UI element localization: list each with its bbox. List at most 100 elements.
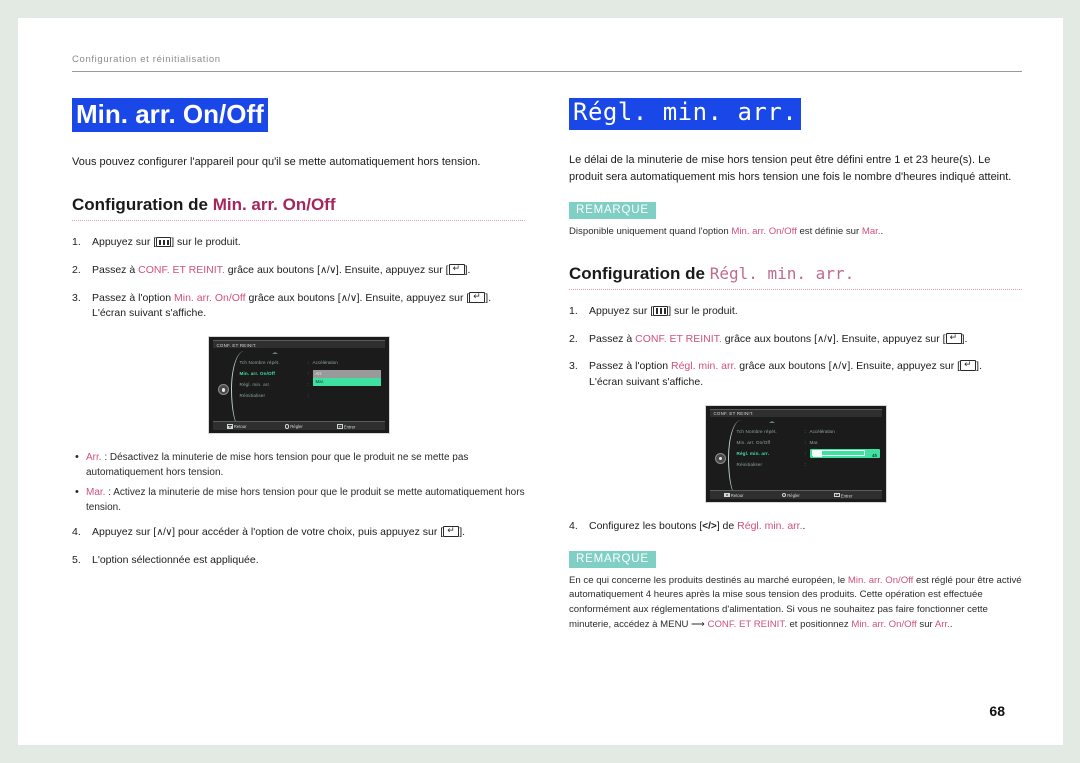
- text-run: ]. Ensuite, appuyez sur [: [335, 263, 449, 276]
- circle-icon: [781, 492, 786, 498]
- bullet-item: Arr. : Désactivez la minuterie de mise h…: [72, 449, 525, 480]
- step-text: Appuyez sur [] sur le produit.: [92, 235, 525, 251]
- two-column-layout: Min. arr. On/Off Vous pouvez configurer …: [72, 98, 1022, 633]
- osd-menu-value: :: [805, 459, 881, 470]
- text-run: L'option sélectionnée est appliquée.: [92, 553, 259, 566]
- step-item: 1. Appuyez sur [] sur le produit.: [569, 304, 1022, 320]
- osd-footer-label: Régler: [787, 492, 800, 498]
- left-section-divider: [72, 220, 525, 222]
- joystick-icon: [217, 384, 229, 396]
- bullet-term: Arr.: [86, 452, 102, 464]
- osd-colon: :: [307, 382, 309, 388]
- osd-footer-label: Entrer: [840, 492, 853, 498]
- osd-value-text: Accélération: [312, 360, 338, 366]
- osd-value-text: Mar.: [809, 439, 819, 445]
- osd-footer-retour: Retour: [723, 492, 744, 498]
- step-number: 4.: [72, 526, 81, 539]
- step-item: 3. Passez à l'option Régl. min. arr. grâc…: [569, 359, 1022, 391]
- right-section: Configuration de Régl. min. arr. 1. Appuy…: [569, 264, 1022, 391]
- left-intro-text: Vous pouvez configurer l'appareil pour q…: [72, 156, 481, 169]
- text-run: ] sur le produit.: [668, 304, 738, 317]
- enter-icon: [336, 424, 343, 429]
- text-run: ]. Ensuite, appuyez sur [: [832, 332, 946, 345]
- step-number: 3.: [569, 360, 578, 373]
- text-run: ] de: [716, 519, 738, 532]
- text-run: ]. Ensuite, appuyez sur [: [847, 360, 961, 373]
- text-run: ].: [976, 360, 982, 373]
- osd-title-bar: CONF. ET REINIT.: [709, 408, 882, 417]
- highlighted-term: CONF. ET REINIT.: [635, 332, 722, 345]
- step-number: 1.: [72, 236, 81, 249]
- highlighted-term: Min. arr. On/Off: [173, 291, 246, 304]
- osd-menu-value: : Accélération: [805, 426, 881, 437]
- highlighted-term: Arr.: [934, 619, 950, 631]
- text-run: Passez à: [589, 332, 636, 345]
- up-down-arrow-icon: ∧/∨: [156, 527, 173, 539]
- text-run: ].: [485, 291, 492, 304]
- osd-title: CONF. ET REINIT.: [713, 411, 754, 417]
- osd-footer-retour: Retour: [226, 424, 247, 429]
- step-number: 2.: [72, 263, 81, 276]
- note-body: Disponible uniquement quand l'option Min…: [569, 225, 1022, 240]
- step-item: 5. L'option sélectionnée est appliquée.: [72, 553, 525, 569]
- text-run: grâce aux boutons [: [736, 360, 832, 373]
- page-content: Configuration et réinitialisation Min. a…: [72, 54, 1022, 714]
- text-run: et positionnez: [786, 619, 852, 631]
- right-page-title: Régl. min. arr.: [569, 98, 802, 130]
- osd-footer-label: Retour: [233, 424, 247, 429]
- highlighted-term: Min. arr. On/Off: [851, 619, 917, 631]
- osd-footer-label: Régler: [290, 424, 303, 429]
- left-right-arrow-icon: </>: [702, 520, 717, 532]
- right-note-bottom: REMARQUE En ce qui concerne les produits…: [569, 549, 1022, 633]
- osd-menu-value: : Mar.: [805, 437, 881, 448]
- text-run: En ce qui concerne les produits destinés…: [569, 574, 848, 586]
- up-down-arrow-icon: ∧/∨: [320, 264, 336, 276]
- osd-screen-right: CONF. ET REINIT. Tch Nombre répét. Min. a…: [704, 404, 887, 503]
- osd-footer-bar: Retour Régler Entrer: [709, 489, 882, 499]
- menu-button-icon: [653, 305, 669, 316]
- osd-menu-value: :4h: [805, 448, 881, 459]
- left-bullet-list: Arr. : Désactivez la minuterie de mise h…: [72, 449, 525, 515]
- right-intro-text: Le délai de la minuterie de mise hors te…: [569, 153, 1012, 183]
- step-item: 3. Passez à l'option Min. arr. On/Off grâ…: [72, 291, 525, 323]
- right-note-top: REMARQUE Disponible uniquement quand l'o…: [569, 200, 1022, 240]
- step-text: Passez à CONF. ET REINIT. grâce aux bout…: [92, 263, 525, 279]
- up-down-arrow-icon: ∧/∨: [340, 292, 357, 304]
- osd-menu-value: :: [308, 390, 384, 401]
- page-number: 68: [989, 703, 1005, 719]
- step-number: 2.: [569, 332, 578, 345]
- text-run: ].: [961, 332, 968, 345]
- left-column: Min. arr. On/Off Vous pouvez configurer …: [72, 98, 525, 633]
- osd-footer-regler: Régler: [284, 424, 303, 429]
- note-body: En ce qui concerne les produits destinés…: [569, 574, 1022, 633]
- text-run: Passez à l'option: [92, 291, 174, 304]
- left-section: Configuration de Min. arr. On/Off 1. Appu…: [72, 195, 525, 322]
- joystick-icon: [714, 452, 726, 464]
- osd-colon: :: [307, 393, 309, 399]
- text-run: grâce aux boutons [: [245, 291, 341, 304]
- osd-footer-entrer: Entrer: [833, 492, 853, 498]
- step-text: Appuyez sur [∧/∨] pour accéder à l'optio…: [92, 525, 525, 541]
- enter-icon: [833, 492, 840, 498]
- text-run: .: [802, 519, 806, 532]
- osd-menu-row: Tch Nombre répét.: [736, 428, 777, 434]
- left-steps-continued: 4. Appuyez sur [∧/∨] pour accéder à l'opt…: [72, 525, 525, 569]
- highlighted-term: CONF. ET REINIT.: [138, 263, 225, 276]
- menu-button-icon: [156, 237, 172, 248]
- highlighted-term: Régl. min. arr.: [737, 519, 803, 532]
- scroll-up-arrow-icon: [768, 420, 775, 423]
- osd-colon: :: [307, 360, 309, 366]
- text-run: ]. Ensuite, appuyez sur [: [356, 291, 470, 304]
- osd-menu-values: : Accélération: Mar.:4h:: [805, 426, 881, 470]
- menu-icon: [723, 492, 730, 498]
- step-text: Passez à l'option Régl. min. arr. grâce …: [589, 359, 1022, 391]
- osd-footer-label: Retour: [730, 492, 744, 498]
- osd-footer-entrer: Entrer: [336, 424, 356, 430]
- osd-footer-label: Entrer: [343, 424, 356, 430]
- osd-title-bar: CONF. ET REINIT.: [212, 340, 385, 349]
- osd-menu-value: : Arr. Mar.: [308, 368, 384, 386]
- bullet-item: Mar. : Activez la minuterie de mise hors…: [72, 484, 525, 515]
- enter-button-icon: [945, 332, 962, 344]
- right-steps-continued: 4. Configurez les boutons [</>] de Régl. …: [569, 519, 1022, 535]
- text-run: grâce aux boutons [: [224, 263, 320, 276]
